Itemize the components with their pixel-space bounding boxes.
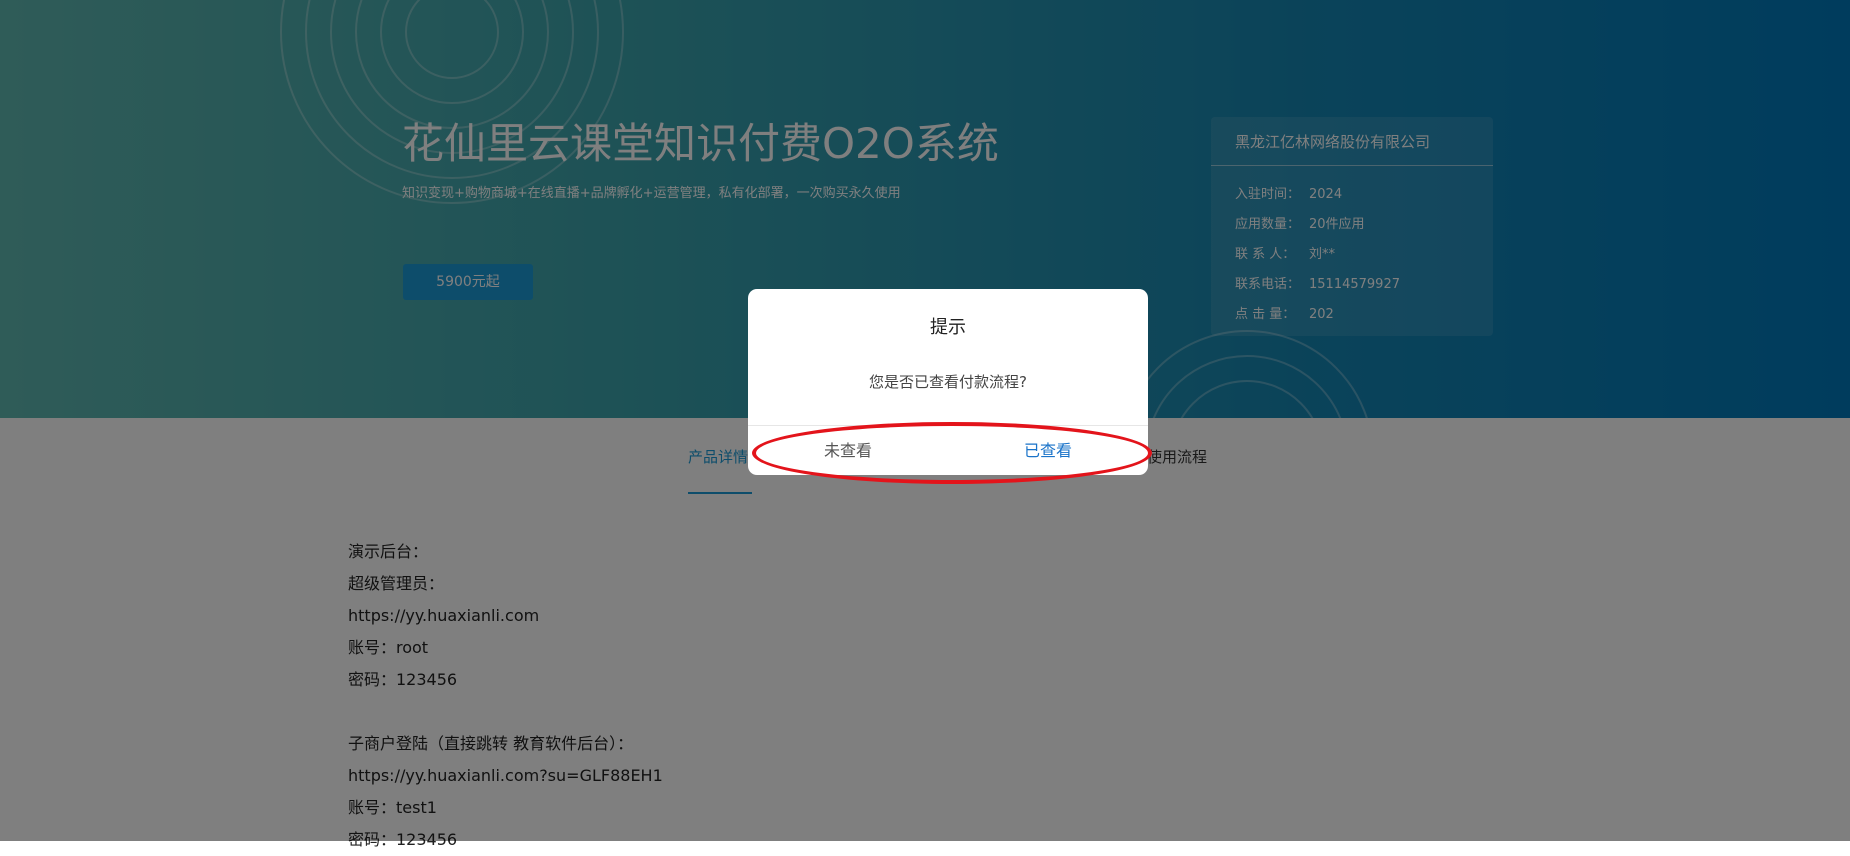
dialog-title: 提示 [930,317,966,338]
not-viewed-button[interactable]: 未查看 [748,426,948,475]
page: 花仙里云课堂知识付费O2O系统 知识变现+购物商城+在线直播+品牌孵化+运营管理… [0,0,1850,849]
dialog-message: 您是否已查看付款流程? [869,373,1027,391]
viewed-button[interactable]: 已查看 [948,426,1148,475]
confirm-dialog: 提示 您是否已查看付款流程? 未查看 已查看 [748,289,1148,475]
